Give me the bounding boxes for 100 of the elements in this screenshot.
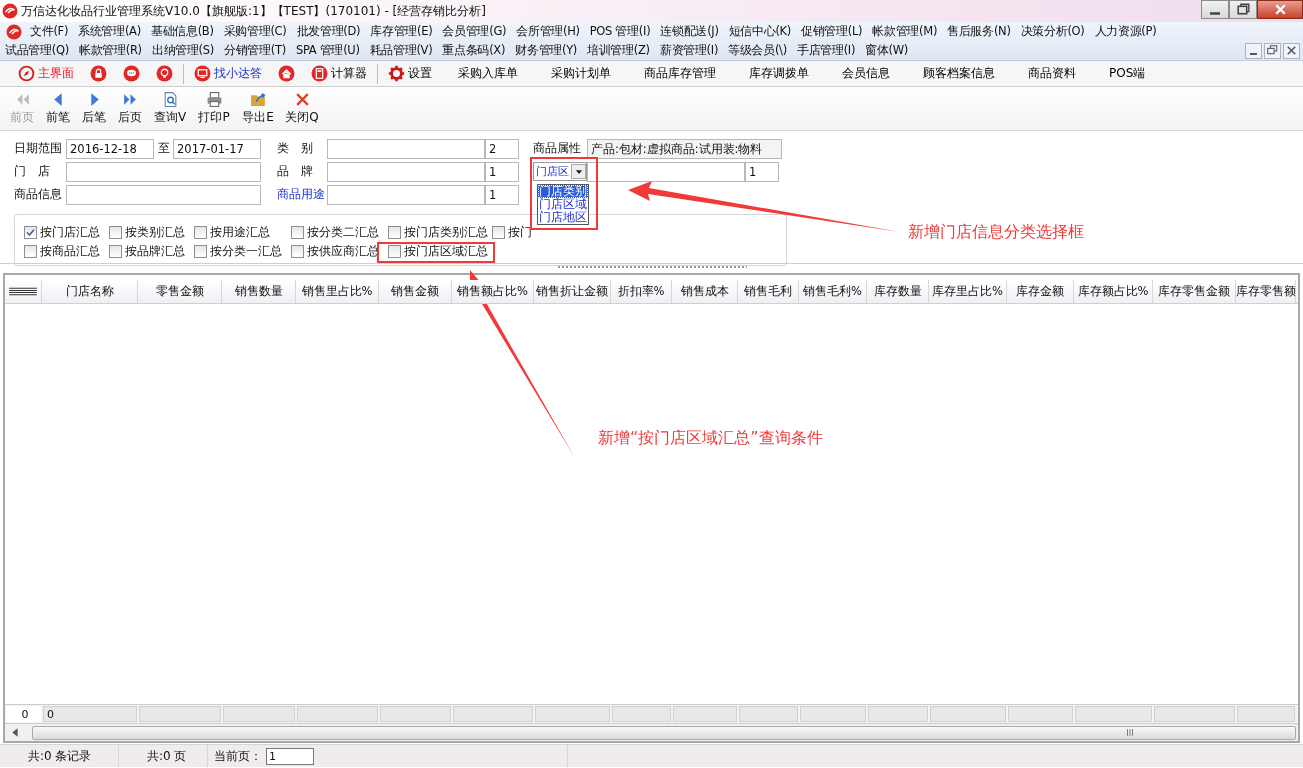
checkbox[interactable]: 按分类一汇总 [194,244,282,259]
splitter-handle[interactable] [556,265,747,269]
menu-item[interactable]: 批发管理(D) [291,24,366,39]
toolbar-button[interactable]: 后页 [112,87,148,126]
column-header[interactable]: 销售里占比% [296,280,379,303]
menu-item[interactable]: 财务管理(Y) [510,43,583,58]
menu-item[interactable]: 帐款管理(R) [73,43,147,58]
menu-item[interactable]: 采购管理(C) [218,24,292,39]
input-field[interactable]: 2017-01-17 [173,138,261,159]
menu-item[interactable]: 人力资源(P) [1089,24,1162,39]
shortcut-button[interactable]: 采购入库单 [440,62,533,85]
restore-button[interactable] [1229,0,1257,19]
dropdown-option[interactable]: 门店区域 [538,198,588,211]
menu-item[interactable]: 文件(F) [25,24,74,39]
menu-item[interactable]: 连锁配送(J) [655,24,724,39]
checkbox[interactable]: 按用途汇总 [194,225,270,240]
input-field[interactable]: 2 [485,138,519,159]
column-header[interactable]: 折扣率% [611,280,672,303]
menu-item[interactable]: 等级会员(\) [723,43,792,58]
menu-item[interactable]: 试品管理(Q) [0,43,74,58]
toolbar-button[interactable]: 查询V [148,87,192,126]
column-header[interactable]: 销售金额 [379,280,452,303]
column-header[interactable]: 销售毛利 [738,280,799,303]
input-field[interactable] [327,138,485,159]
input-field[interactable]: 1 [485,161,519,182]
menu-item[interactable]: 培训管理(Z) [582,43,655,58]
menu-item[interactable]: 薪资管理(I) [654,43,724,58]
menu-item[interactable]: 耗品管理(V) [364,43,438,58]
input-field[interactable] [66,184,261,205]
column-header[interactable]: 库存金额 [1007,280,1074,303]
menu-item[interactable]: 促销管理(L) [796,24,868,39]
checkbox[interactable]: 按门店区域汇总 [388,244,488,259]
input-field[interactable]: 2016-12-18 [66,138,154,159]
dropdown[interactable]: 门店区 [533,162,587,181]
input-field[interactable] [327,184,485,205]
toolbar-button[interactable]: 关闭Q [280,87,324,126]
checkbox[interactable]: 按分类二汇总 [291,225,379,240]
menu-item[interactable]: 窗体(W) [860,43,913,58]
toolbar-button[interactable]: 导出E [236,87,280,126]
checkbox[interactable]: 按供应商汇总 [291,244,379,259]
menu-item[interactable]: 会所管理(H) [511,24,585,39]
column-header[interactable]: 门店名称 [42,280,138,303]
shortcut-button[interactable]: POS端 [1091,62,1161,85]
shortcut-button[interactable]: 设置 [380,62,440,85]
shortcut-button[interactable]: 主界面 [10,62,82,85]
input-field[interactable]: 产品:包材:虚拟商品:试用装:物料 [587,138,782,159]
shortcut-button[interactable]: 采购计划单 [533,62,626,85]
close-button[interactable] [1283,42,1300,59]
menu-item[interactable]: 重点条码(X) [437,43,511,58]
column-header[interactable]: 库存数量 [867,280,929,303]
menu-item[interactable]: SPA 管理(U) [290,43,365,58]
checkbox[interactable]: 按品牌汇总 [109,244,185,259]
input-field[interactable]: 1 [745,161,779,182]
shortcut-button[interactable]: 找小达答 [186,62,270,85]
column-header[interactable]: 库存零售额 [1236,280,1296,303]
menu-item[interactable]: 系统管理(A) [73,24,146,39]
input-field[interactable] [66,161,261,182]
toolbar-button[interactable]: 前笔 [40,87,76,126]
menu-item[interactable]: 会员管理(G) [437,24,512,39]
minimize-button[interactable] [1245,42,1262,59]
menu-item[interactable]: 库存管理(E) [365,24,438,39]
shortcut-button[interactable]: 会员信息 [824,62,905,85]
page-input[interactable]: 1 [266,747,314,765]
restore-button[interactable] [1264,42,1281,59]
menu-item[interactable]: 售后服务(N) [942,24,1016,39]
toolbar-button[interactable]: 打印P [192,87,236,126]
menu-item[interactable]: 手店管理(I) [791,43,861,58]
input-field[interactable] [587,161,745,182]
checkbox[interactable]: 按门店类别汇总 [388,225,488,240]
menu-item[interactable]: 基础信息(B) [145,24,219,39]
column-header[interactable]: 库存里占比% [929,280,1007,303]
minimize-button[interactable] [1201,0,1229,19]
column-header[interactable]: 零售金额 [138,280,222,303]
toolbar-button[interactable]: 后笔 [76,87,112,126]
dropdown-option[interactable]: 门店地区 [538,211,588,224]
shortcut-button[interactable]: 计算器 [303,62,375,85]
menu-item[interactable]: 出纳管理(S) [146,43,219,58]
horizontal-scrollbar[interactable] [5,723,1298,741]
menu-item[interactable]: 短信中心(K) [723,24,796,39]
input-field[interactable] [327,161,485,182]
close-button[interactable] [1257,0,1303,19]
menu-item[interactable]: 帐款管理(M) [867,24,943,39]
dropdown-option[interactable]: 门店类别 [538,185,588,198]
checkbox[interactable]: 按商品汇总 [24,244,100,259]
checkbox[interactable]: 按类别汇总 [109,225,185,240]
shortcut-button[interactable]: 商品资料 [1010,62,1091,85]
shortcut-button[interactable]: 商品库存管理 [626,62,731,85]
column-header[interactable]: 销售折让金额 [534,280,611,303]
column-header[interactable]: 库存零售金额 [1153,280,1236,303]
column-header[interactable]: 库存额占比% [1074,280,1153,303]
menu-item[interactable]: POS 管理(I) [584,24,656,39]
shortcut-button[interactable]: 库存调拨单 [731,62,824,85]
column-header[interactable]: 销售数量 [222,280,296,303]
column-header[interactable]: 销售毛利% [799,280,867,303]
column-header[interactable]: 销售成本 [672,280,738,303]
shortcut-button[interactable]: 顾客档案信息 [905,62,1010,85]
field-label-link[interactable]: 商品用途 [277,186,327,203]
menu-item[interactable]: 决策分析(O) [1015,24,1090,39]
checkbox[interactable]: 按门店汇总 [24,225,100,240]
input-field[interactable]: 1 [485,184,519,205]
